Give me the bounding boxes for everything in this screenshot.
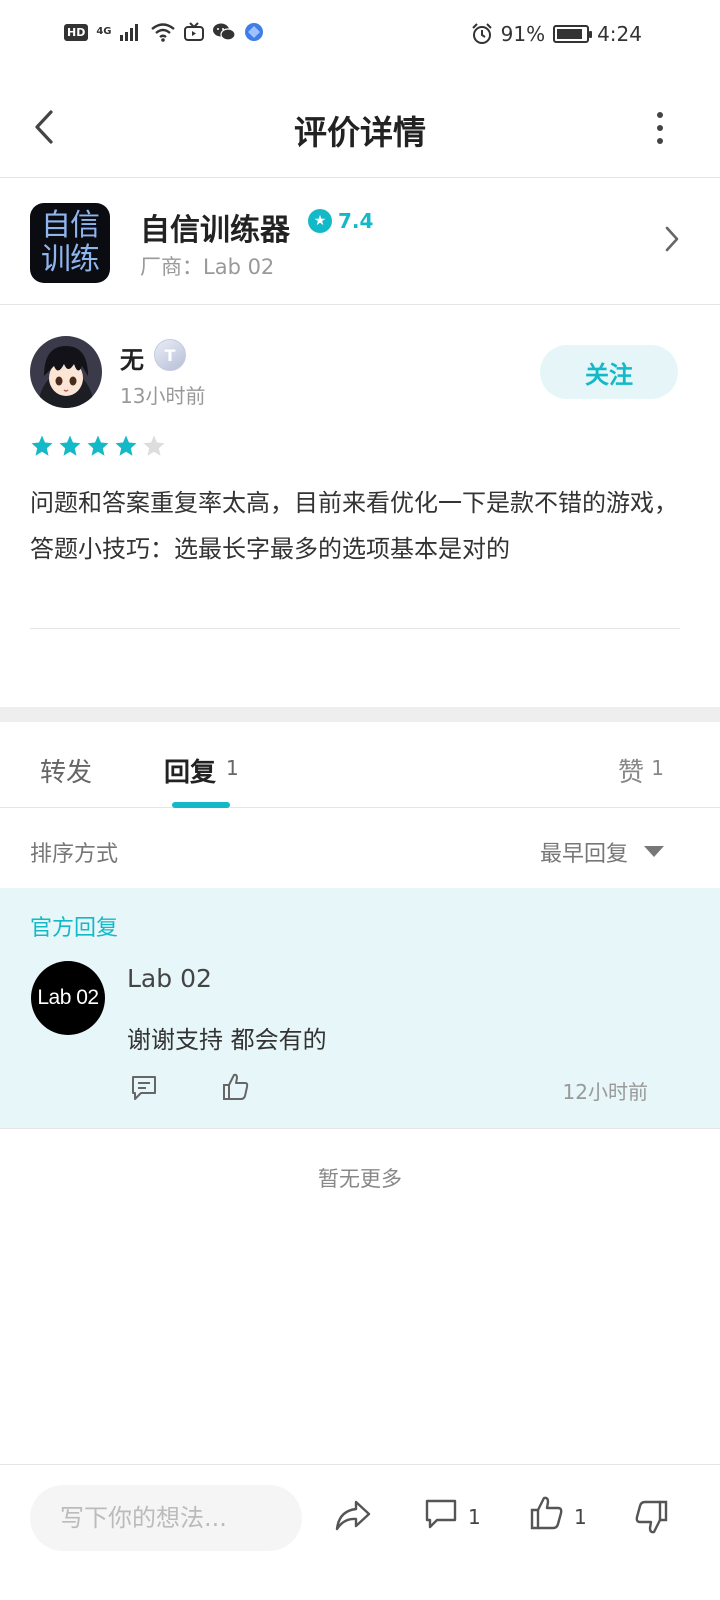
alarm-icon	[471, 23, 492, 44]
official-reply-text: 谢谢支持 都会有的	[127, 1026, 327, 1054]
browser-icon	[244, 23, 263, 41]
star-filled-icon	[115, 435, 137, 456]
status-right: 91% 4:24	[471, 22, 642, 46]
more-dot	[657, 125, 663, 131]
avatar-illustration	[30, 336, 102, 408]
star-filled-icon	[87, 435, 109, 456]
wifi-icon	[150, 23, 175, 42]
bottom-action-bar: 1 1	[0, 1464, 720, 1600]
app-icon[interactable]: 自信 训练	[30, 203, 110, 283]
official-reply-time: 12小时前	[562, 1080, 648, 1104]
official-reply-label: 官方回复	[30, 916, 119, 941]
caret-down-icon[interactable]	[644, 846, 664, 857]
review-text: 问题和答案重复率太高，目前来看优化一下是款不错的游戏，答题小技巧：选最长字最多的…	[30, 489, 678, 563]
tab-like-count: 1	[651, 756, 664, 780]
app-name: 自信训练器	[140, 213, 290, 248]
app-icon-text-line1: 自信	[41, 208, 100, 243]
wechat-icon	[212, 23, 236, 41]
share-icon[interactable]	[334, 1499, 372, 1533]
title-bar: 评价详情	[0, 78, 720, 178]
battery-icon	[553, 25, 593, 43]
comment-icon[interactable]	[130, 1074, 158, 1102]
page-title: 评价详情	[294, 113, 426, 152]
sort-label: 排序方式	[30, 842, 119, 867]
network-type: 4G	[96, 26, 112, 37]
sort-row: 排序方式 最早回复	[0, 808, 720, 888]
follow-button[interactable]: 关注	[540, 345, 678, 399]
status-left-icons: HD 4G	[64, 22, 264, 42]
clock: 4:24	[597, 22, 642, 46]
status-bar: HD 4G 91% 4:24	[0, 0, 720, 70]
sort-dropdown[interactable]: 最早回复	[540, 836, 628, 868]
app-vendor: 厂商：Lab 02	[140, 255, 275, 279]
more-dot	[657, 138, 663, 144]
tab-reply[interactable]: 回复	[164, 752, 216, 789]
level-badge: T	[154, 339, 186, 371]
app-score: 7.4	[338, 209, 374, 233]
chevron-right-icon[interactable]	[664, 225, 680, 253]
more-dot	[657, 112, 663, 118]
review-time: 13小时前	[120, 384, 206, 408]
thumbs-up-icon[interactable]	[222, 1072, 250, 1102]
tab-like[interactable]: 赞	[618, 752, 644, 789]
user-name[interactable]: 无	[120, 340, 144, 375]
battery-percent: 91%	[500, 22, 546, 46]
comment-input[interactable]	[30, 1485, 302, 1551]
like-count: 1	[574, 1505, 587, 1529]
comment-count: 1	[468, 1505, 481, 1529]
star-filled-icon	[31, 435, 53, 456]
official-avatar[interactable]: Lab 02	[31, 961, 105, 1035]
comment-icon[interactable]	[424, 1498, 458, 1530]
no-more-text: 暂无更多	[318, 1167, 402, 1191]
user-avatar[interactable]	[30, 336, 102, 408]
star-badge-icon: ★	[308, 209, 332, 233]
more-options-button[interactable]	[648, 106, 672, 150]
rating-stars	[30, 434, 166, 458]
tab-forward[interactable]: 转发	[40, 752, 92, 789]
app-info-row[interactable]: 自信 训练 自信训练器 ★ 7.4 厂商：Lab 02	[0, 179, 720, 305]
thumbs-up-icon[interactable]	[530, 1495, 564, 1531]
official-reply: 官方回复 Lab 02 Lab 02 谢谢支持 都会有的 12小时前	[0, 888, 720, 1129]
app-icon-text-line2: 训练	[41, 242, 100, 277]
section-separator	[0, 707, 720, 722]
thumbs-down-icon[interactable]	[634, 1499, 668, 1535]
battery-level-fill	[557, 29, 583, 39]
hd-icon: HD	[64, 23, 89, 41]
tab-reply-count: 1	[226, 756, 239, 780]
official-author[interactable]: Lab 02	[127, 964, 212, 993]
tv-app-icon	[183, 22, 204, 41]
tab-bar: 转发 回复 1 赞 1	[0, 722, 720, 808]
star-filled-icon	[59, 435, 81, 456]
signal-icon	[119, 24, 138, 41]
divider	[30, 628, 680, 629]
app-rating: ★ 7.4	[308, 209, 373, 233]
star-empty-icon	[143, 435, 165, 456]
